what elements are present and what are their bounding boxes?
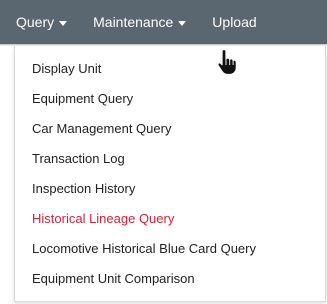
menu-item-equipment-unit-comparison[interactable]: Equipment Unit Comparison: [32, 271, 195, 287]
nav-upload-label: Upload: [212, 14, 257, 30]
query-dropdown-menu: Display Unit Equipment Query Car Managem…: [14, 46, 326, 302]
hand-pointer-cursor-icon: [217, 48, 237, 76]
nav-query-menu[interactable]: Query: [16, 0, 68, 44]
menu-item-transaction-log[interactable]: Transaction Log: [32, 151, 125, 167]
top-navbar: Query Maintenance Upload: [0, 0, 327, 44]
nav-upload-menu[interactable]: Upload: [212, 0, 256, 44]
menu-item-locomotive-historical-blue-card-query[interactable]: Locomotive Historical Blue Card Query: [32, 241, 256, 257]
menu-item-equipment-query[interactable]: Equipment Query: [32, 91, 133, 107]
caret-down-icon: [59, 20, 68, 26]
nav-maintenance-label: Maintenance: [93, 14, 174, 30]
menu-item-historical-lineage-query[interactable]: Historical Lineage Query: [32, 211, 174, 227]
nav-maintenance-menu[interactable]: Maintenance: [93, 0, 187, 44]
menu-item-inspection-history[interactable]: Inspection History: [32, 181, 135, 197]
menu-item-display-unit[interactable]: Display Unit: [32, 61, 101, 77]
menu-item-car-management-query[interactable]: Car Management Query: [32, 121, 171, 137]
caret-down-icon: [178, 20, 187, 26]
nav-query-label: Query: [16, 14, 55, 30]
